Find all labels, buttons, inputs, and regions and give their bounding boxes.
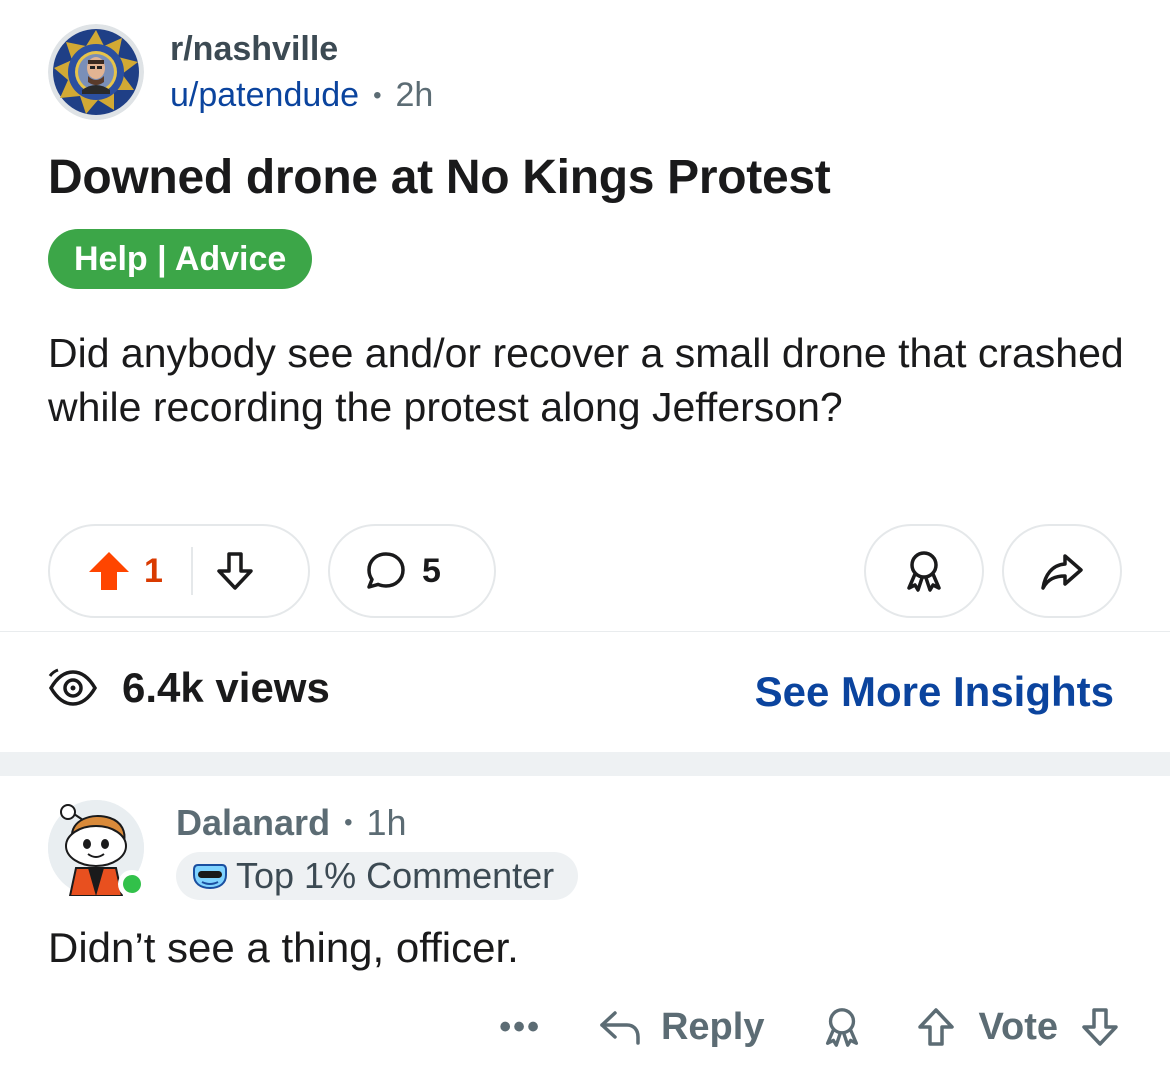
post-flair[interactable]: Help | Advice bbox=[48, 229, 313, 289]
section-separator bbox=[0, 752, 1170, 776]
meta-separator: • bbox=[373, 81, 382, 109]
divider-line bbox=[0, 631, 1170, 632]
reply-button[interactable]: Reply bbox=[597, 1006, 764, 1049]
views-eye-icon bbox=[48, 668, 98, 708]
comment-vote-control: Vote bbox=[914, 1005, 1122, 1049]
comment-body: Didn’t see a thing, officer. bbox=[48, 924, 519, 971]
see-more-insights-link[interactable]: See More Insights bbox=[755, 668, 1114, 716]
post-time: 2h bbox=[395, 76, 434, 114]
top-commenter-icon bbox=[192, 861, 228, 891]
views-count: 6.4k views bbox=[122, 664, 330, 711]
vote-control: 1 bbox=[48, 524, 310, 618]
award-button[interactable] bbox=[864, 524, 984, 618]
post-body: Did anybody see and/or recover a small d… bbox=[48, 330, 1124, 430]
police-badge-avatar-icon bbox=[48, 24, 144, 120]
comment-award-button[interactable] bbox=[820, 1005, 864, 1049]
award-icon bbox=[901, 548, 947, 594]
top-commenter-badge[interactable]: Top 1% Commenter bbox=[176, 852, 579, 900]
reply-arrow-icon bbox=[597, 1007, 643, 1047]
subreddit-avatar[interactable] bbox=[48, 24, 144, 120]
share-icon bbox=[1039, 548, 1085, 594]
upvote-icon[interactable] bbox=[86, 548, 132, 594]
comment-downvote-icon[interactable] bbox=[1078, 1005, 1122, 1049]
post-meta: u/patendude • 2h bbox=[170, 76, 433, 115]
comment-upvote-icon[interactable] bbox=[914, 1005, 958, 1049]
comment-meta: Dalanard • 1h bbox=[176, 802, 407, 844]
comment-bubble-icon bbox=[364, 549, 408, 593]
award-icon bbox=[826, 1008, 859, 1047]
post-author[interactable]: u/patendude bbox=[170, 76, 359, 115]
online-status-dot bbox=[118, 870, 146, 898]
more-options-button[interactable]: ••• bbox=[499, 1008, 541, 1047]
comment-count: 5 bbox=[422, 551, 441, 590]
comment-author[interactable]: Dalanard bbox=[176, 802, 330, 844]
views-row: 6.4k views bbox=[48, 664, 330, 712]
badge-label: Top 1% Commenter bbox=[236, 855, 555, 896]
vote-label: Vote bbox=[978, 1005, 1058, 1048]
comment-meta-separator: • bbox=[344, 809, 353, 836]
post-actions: 1 5 bbox=[48, 524, 1122, 618]
comment-time: 1h bbox=[366, 802, 407, 843]
downvote-icon[interactable] bbox=[213, 549, 257, 593]
post-title[interactable]: Downed drone at No Kings Protest bbox=[48, 150, 831, 205]
share-button[interactable] bbox=[1002, 524, 1122, 618]
comments-button[interactable]: 5 bbox=[328, 524, 496, 618]
vote-score: 1 bbox=[144, 551, 163, 590]
subreddit-name[interactable]: r/nashville bbox=[170, 30, 338, 69]
reply-label: Reply bbox=[660, 1005, 765, 1048]
comment-actions: ••• Reply Vote bbox=[499, 1002, 1122, 1052]
vote-divider bbox=[190, 547, 193, 595]
